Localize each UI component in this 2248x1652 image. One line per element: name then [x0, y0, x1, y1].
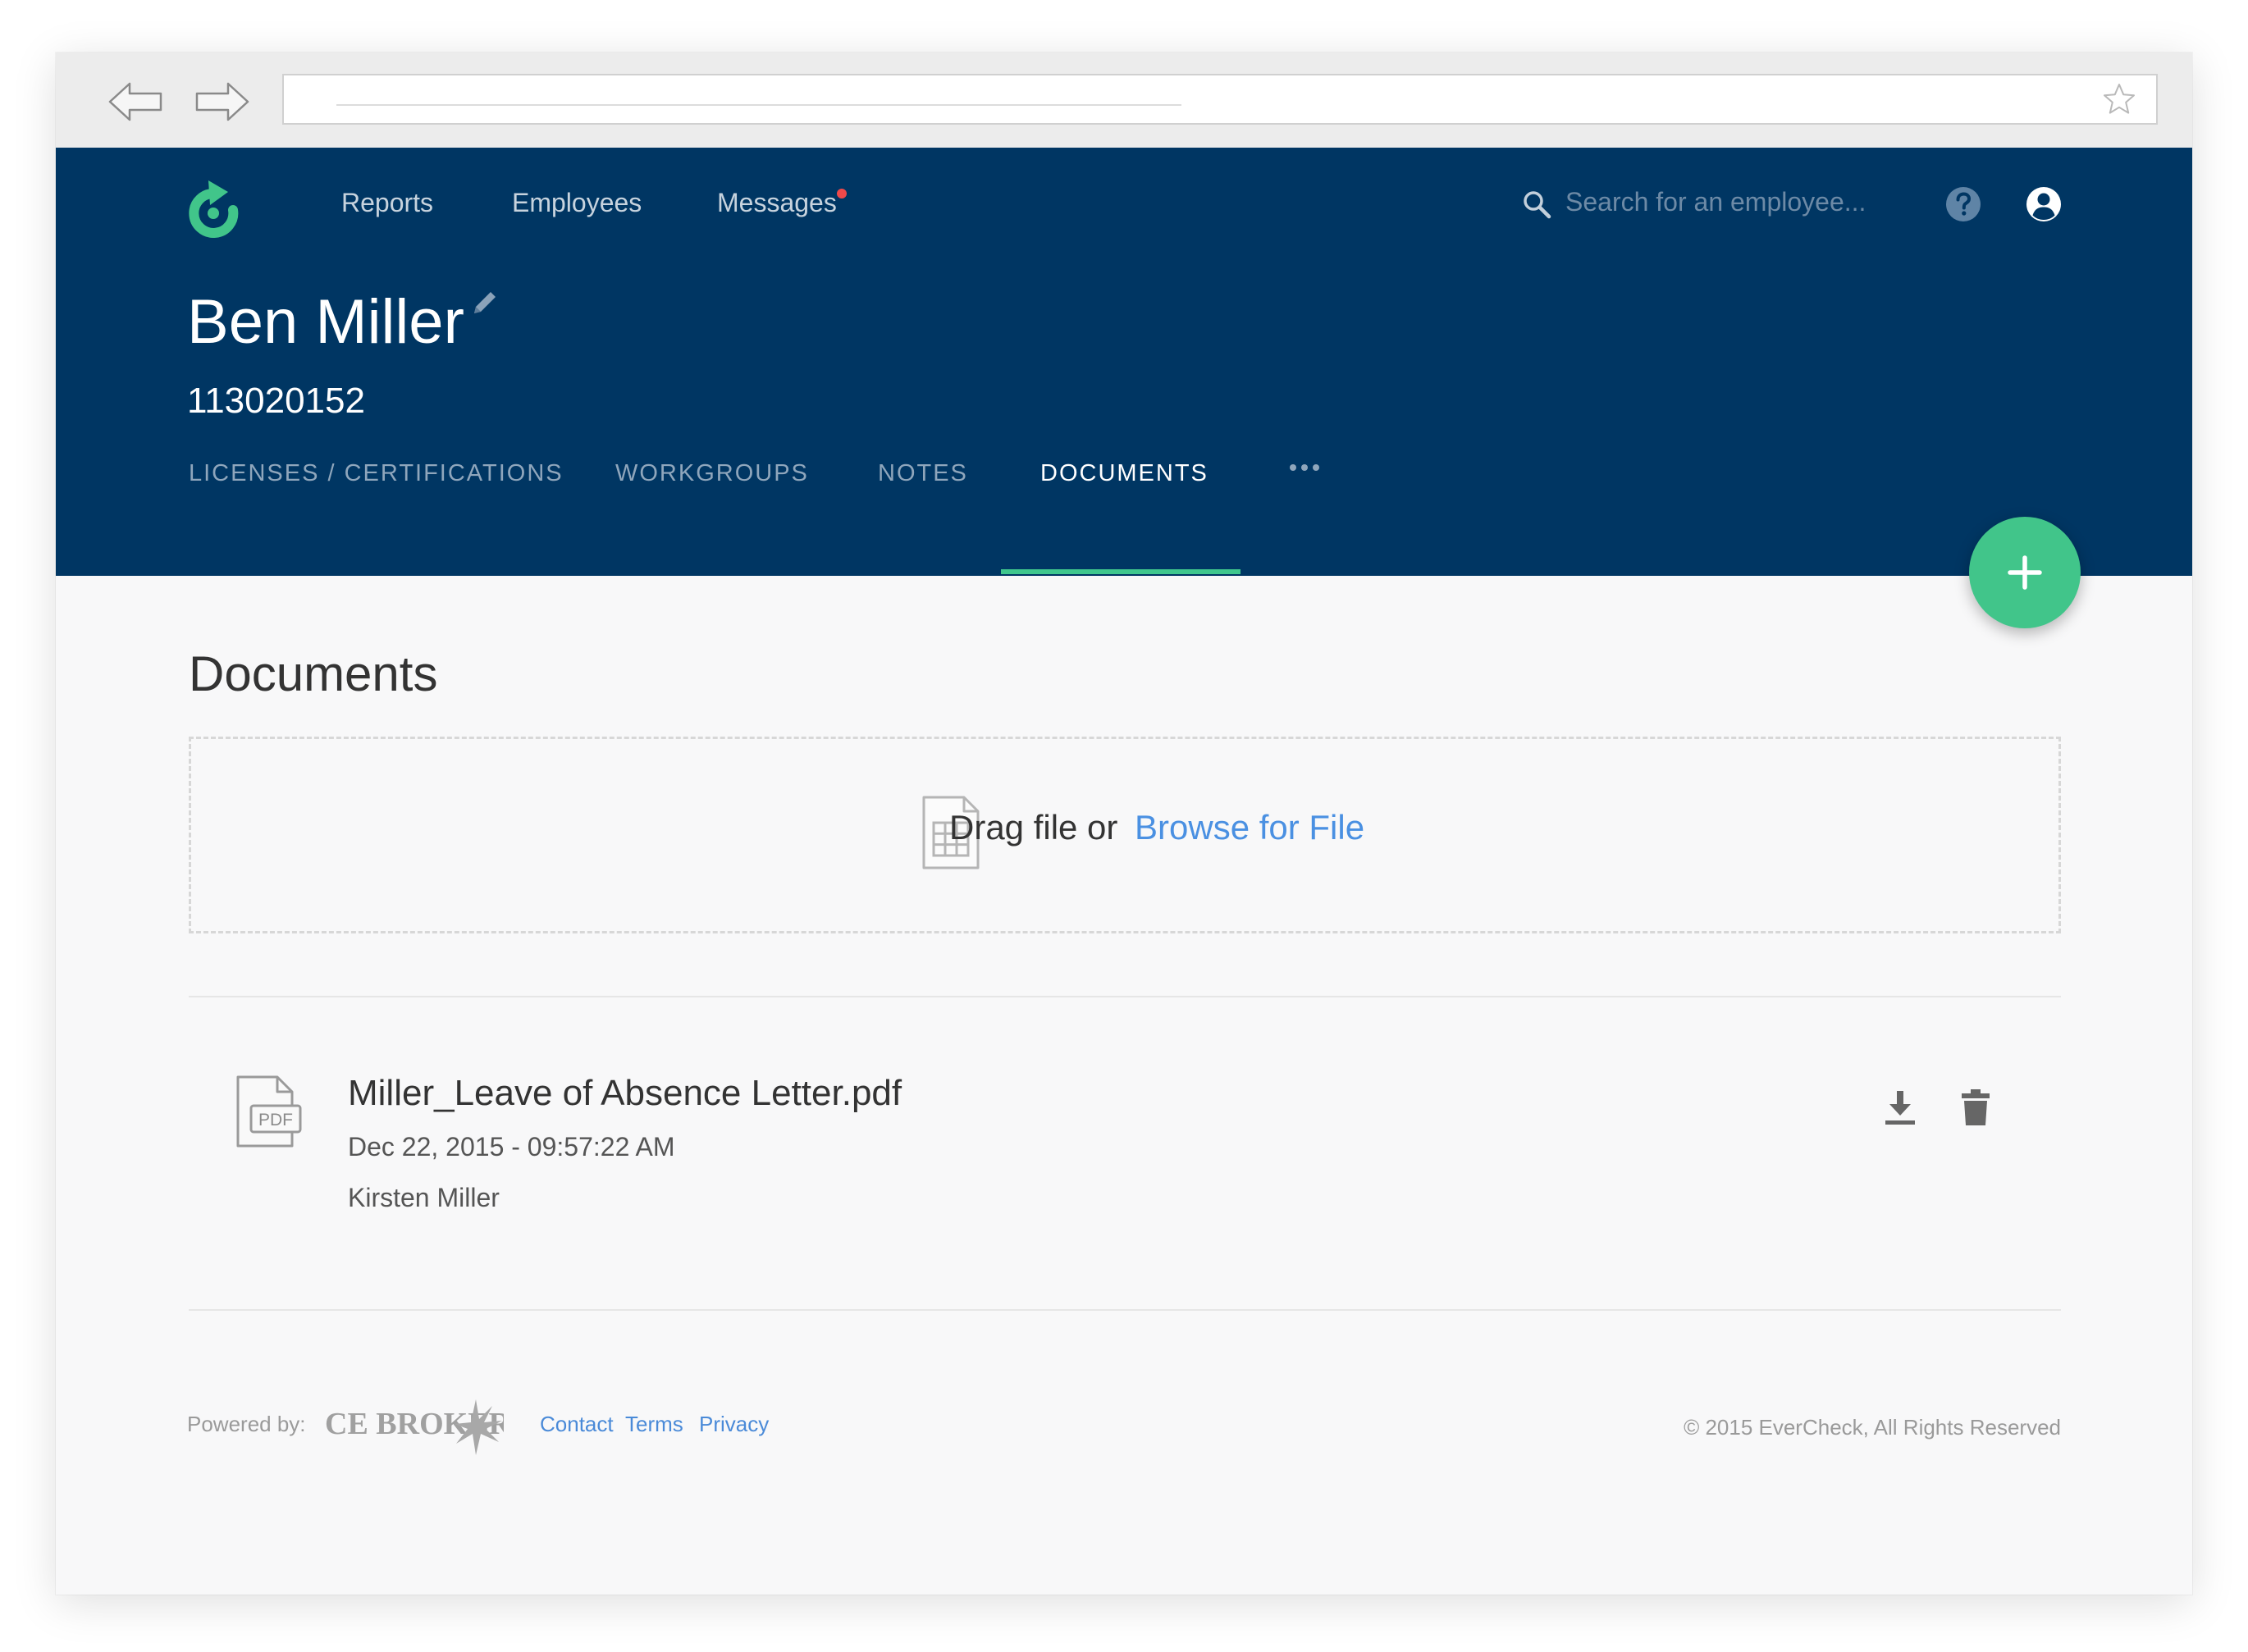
- edit-pencil-icon[interactable]: [469, 287, 500, 318]
- address-bar[interactable]: [282, 74, 2158, 125]
- employee-search-input[interactable]: [1565, 179, 1910, 225]
- nav-employees[interactable]: Employees: [512, 180, 642, 225]
- content-divider: [189, 996, 2061, 997]
- tab-documents[interactable]: DOCUMENTS: [1040, 456, 1209, 491]
- address-placeholder-line: [336, 104, 1181, 106]
- tab-licenses-certifications[interactable]: LICENSES / CERTIFICATIONS: [189, 456, 564, 491]
- help-icon[interactable]: [1944, 185, 1982, 223]
- tab-notes[interactable]: NOTES: [878, 456, 968, 491]
- cebroker-logo: CE BROKER: [325, 1396, 512, 1458]
- user-account-icon[interactable]: [2025, 185, 2063, 223]
- back-arrow-icon[interactable]: [107, 79, 166, 125]
- document-date: Dec 22, 2015 - 09:57:22 AM: [348, 1132, 675, 1161]
- forward-arrow-icon[interactable]: [192, 79, 251, 125]
- delete-trash-icon[interactable]: [1961, 1088, 1990, 1127]
- nav-messages[interactable]: Messages: [717, 180, 837, 225]
- browse-for-file-link[interactable]: Browse for File: [1135, 805, 1364, 851]
- dropzone-prompt: Drag file or: [949, 808, 1118, 847]
- more-tabs-ellipsis-icon[interactable]: [1285, 451, 1324, 484]
- app-header: Reports Employees Messages Ben Miller 11…: [56, 148, 2192, 576]
- copyright-text: © 2015 EverCheck, All Rights Reserved: [1684, 1415, 2061, 1440]
- unread-messages-badge: [837, 189, 847, 199]
- download-icon[interactable]: [1884, 1088, 1917, 1127]
- footer-terms-link[interactable]: Terms: [625, 1408, 683, 1440]
- document-file-name[interactable]: Miller_Leave of Absence Letter.pdf: [348, 1070, 902, 1117]
- employee-id: 113020152: [187, 381, 365, 421]
- bookmark-star-icon[interactable]: [2102, 82, 2136, 116]
- employee-name: Ben Miller: [187, 287, 464, 357]
- document-uploader: Kirsten Miller: [348, 1183, 500, 1212]
- footer-privacy-link[interactable]: Privacy: [699, 1408, 769, 1440]
- browser-window: Reports Employees Messages Ben Miller 11…: [56, 52, 2192, 1595]
- footer-contact-link[interactable]: Contact: [540, 1408, 614, 1440]
- svg-text:PDF: PDF: [258, 1111, 293, 1129]
- app-logo-icon[interactable]: [184, 172, 248, 251]
- active-tab-indicator: [1001, 569, 1241, 574]
- documents-section-title: Documents: [189, 646, 438, 701]
- file-dropzone[interactable]: Drag file or Browse for File: [189, 737, 2061, 933]
- nav-reports[interactable]: Reports: [341, 180, 433, 225]
- powered-by-label: Powered by:: [187, 1412, 306, 1436]
- add-document-button[interactable]: [1969, 517, 2081, 628]
- pdf-file-icon: PDF: [233, 1075, 304, 1148]
- browser-toolbar: [56, 52, 2192, 148]
- tab-workgroups[interactable]: WORKGROUPS: [615, 456, 809, 491]
- plus-icon: [2008, 555, 2042, 590]
- footer-divider: [189, 1309, 2061, 1311]
- search-icon[interactable]: [1521, 189, 1552, 220]
